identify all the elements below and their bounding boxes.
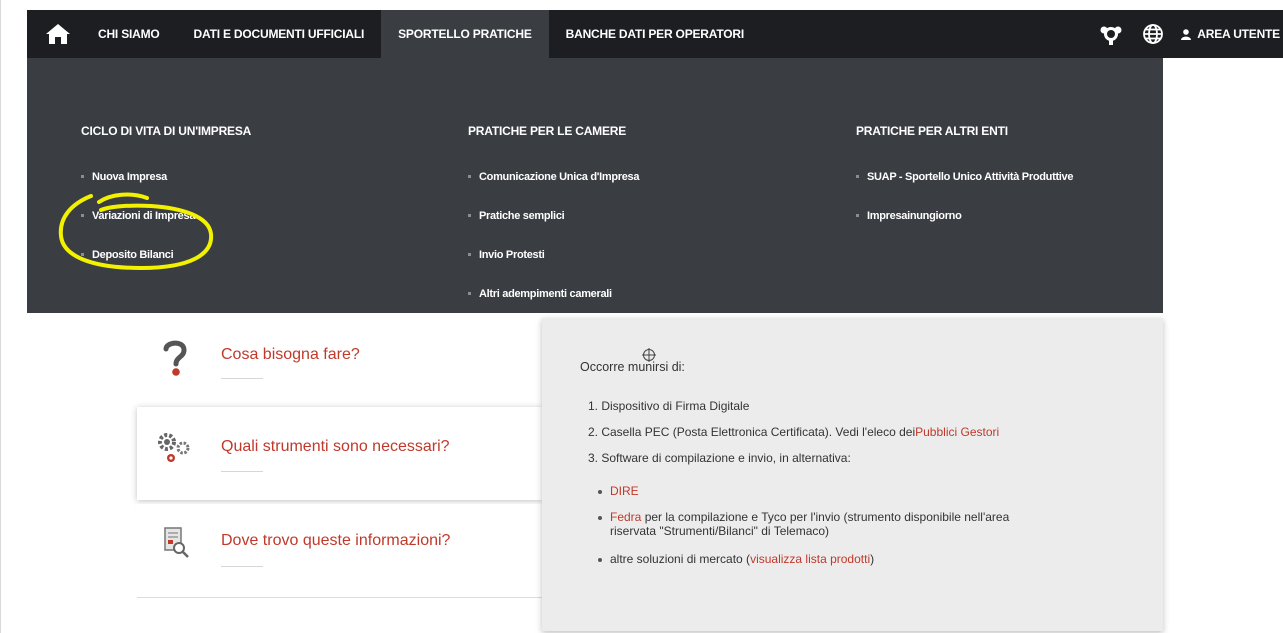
software-option-altre: altre soluzioni di mercato (visualizza l… bbox=[598, 552, 874, 566]
accordion-underline bbox=[221, 471, 263, 472]
nav-item-banche-dati[interactable]: BANCHE DATI PER OPERATORI bbox=[549, 10, 761, 58]
accordion-label: Cosa bisogna fare? bbox=[221, 346, 360, 363]
menu-item-suap[interactable]: SUAP - Sportello Unico Attività Produtti… bbox=[856, 157, 1074, 196]
menu-column-title: CICLO DI VITA DI UN'IMPRESA bbox=[81, 124, 252, 138]
accordion-item-cosa-bisogna-fare[interactable]: Cosa bisogna fare? bbox=[137, 318, 542, 406]
nav-item-dati-documenti[interactable]: DATI E DOCUMENTI UFFICIALI bbox=[177, 10, 382, 58]
globe-icon[interactable] bbox=[1139, 20, 1167, 48]
bullet-icon bbox=[598, 516, 602, 520]
bullet-icon bbox=[598, 558, 602, 562]
requirement-item: 1. Dispositivo di Firma Digitale bbox=[588, 399, 750, 413]
visualizza-lista-link[interactable]: visualizza lista prodotti bbox=[750, 552, 870, 566]
menu-item-variazioni-impresa[interactable]: Variazioni di Impresa bbox=[81, 196, 251, 235]
menu-item-deposito-bilanci[interactable]: Deposito Bilanci bbox=[81, 235, 251, 274]
menu-item-impresainungiorno[interactable]: Impresainungiorno bbox=[856, 196, 1073, 235]
requirement-item: 3. Software di compilazione e invio, in … bbox=[588, 451, 851, 465]
page: CHI SIAMO DATI E DOCUMENTI UFFICIALI SPO… bbox=[0, 0, 1283, 633]
menu-column-altri-enti: PRATICHE PER ALTRI ENTI SUAP - Sportello… bbox=[856, 124, 1074, 235]
nav-item-sportello-pratiche[interactable]: SPORTELLO PRATICHE bbox=[381, 10, 549, 58]
menu-item-invio-protesti[interactable]: Invio Protesti bbox=[468, 235, 639, 274]
menu-item-comunicazione-unica[interactable]: Comunicazione Unica d'Impresa bbox=[468, 157, 639, 196]
accordion-underline bbox=[221, 378, 263, 379]
gears-icon bbox=[157, 429, 193, 469]
documents-search-icon bbox=[157, 522, 193, 562]
move-cursor-icon bbox=[642, 348, 656, 362]
menu-item-nuova-impresa[interactable]: Nuova Impresa bbox=[81, 157, 251, 196]
menu-column-ciclo-vita: CICLO DI VITA DI UN'IMPRESA Nuova Impres… bbox=[81, 124, 251, 274]
fedra-link[interactable]: Fedra bbox=[610, 510, 641, 524]
menu-item-pratiche-semplici[interactable]: Pratiche semplici bbox=[468, 196, 639, 235]
dire-link[interactable]: DIRE bbox=[610, 484, 639, 498]
detail-panel: Occorre munirsi di: 1. Dispositivo di Fi… bbox=[542, 318, 1163, 631]
accordion-label: Dove trovo queste informazioni? bbox=[221, 532, 451, 549]
home-icon[interactable] bbox=[35, 10, 81, 58]
bullet-icon bbox=[81, 214, 84, 217]
bullet-icon bbox=[81, 253, 84, 256]
menu-item-altri-adempimenti[interactable]: Altri adempimenti camerali bbox=[468, 274, 639, 313]
mega-menu: CICLO DI VITA DI UN'IMPRESA Nuova Impres… bbox=[27, 58, 1163, 313]
top-navbar: CHI SIAMO DATI E DOCUMENTI UFFICIALI SPO… bbox=[27, 10, 1283, 58]
menu-column-title: PRATICHE PER LE CAMERE bbox=[468, 124, 627, 138]
bullet-icon bbox=[468, 292, 471, 295]
requirements-list: 1. Dispositivo di Firma Digitale 2. Case… bbox=[588, 393, 999, 471]
fedra-text-line2: riservata "Strumenti/Bilanci" di Telemac… bbox=[610, 524, 830, 538]
panel-intro: Occorre munirsi di: bbox=[580, 360, 685, 374]
software-option-dire: DIRE bbox=[598, 484, 639, 498]
area-utente-link[interactable]: AREA UTENTE bbox=[1181, 27, 1283, 41]
bullet-icon bbox=[468, 214, 471, 217]
menu-column-title: PRATICHE PER ALTRI ENTI bbox=[856, 124, 1008, 138]
bullet-icon bbox=[598, 490, 602, 494]
accordion-label: Quali strumenti sono necessari? bbox=[221, 438, 450, 455]
bullet-icon bbox=[81, 175, 84, 178]
user-icon bbox=[1181, 28, 1192, 40]
area-utente-label: AREA UTENTE bbox=[1197, 27, 1280, 41]
accordion-item-dove-trovo[interactable]: Dove trovo queste informazioni? bbox=[137, 504, 542, 596]
accordion-underline bbox=[221, 566, 263, 567]
support-icon[interactable] bbox=[1097, 20, 1125, 48]
software-option-fedra: Fedra per la compilazione e Tyco per l'i… bbox=[598, 510, 1009, 538]
requirement-item: 2. Casella PEC (Posta Elettronica Certif… bbox=[588, 425, 1000, 439]
accordion-item-quali-strumenti[interactable]: Quali strumenti sono necessari? bbox=[137, 407, 542, 500]
bullet-icon bbox=[468, 253, 471, 256]
question-icon bbox=[157, 338, 193, 378]
bullet-icon bbox=[856, 214, 859, 217]
menu-column-pratiche-camere: PRATICHE PER LE CAMERE Comunicazione Uni… bbox=[468, 124, 639, 313]
pubblici-gestori-link[interactable]: Pubblici Gestori bbox=[915, 425, 999, 439]
navbar-right: AREA UTENTE bbox=[1097, 10, 1283, 58]
nav-item-chi-siamo[interactable]: CHI SIAMO bbox=[81, 10, 177, 58]
accordion-divider bbox=[137, 597, 542, 598]
bullet-icon bbox=[468, 175, 471, 178]
bullet-icon bbox=[856, 175, 859, 178]
